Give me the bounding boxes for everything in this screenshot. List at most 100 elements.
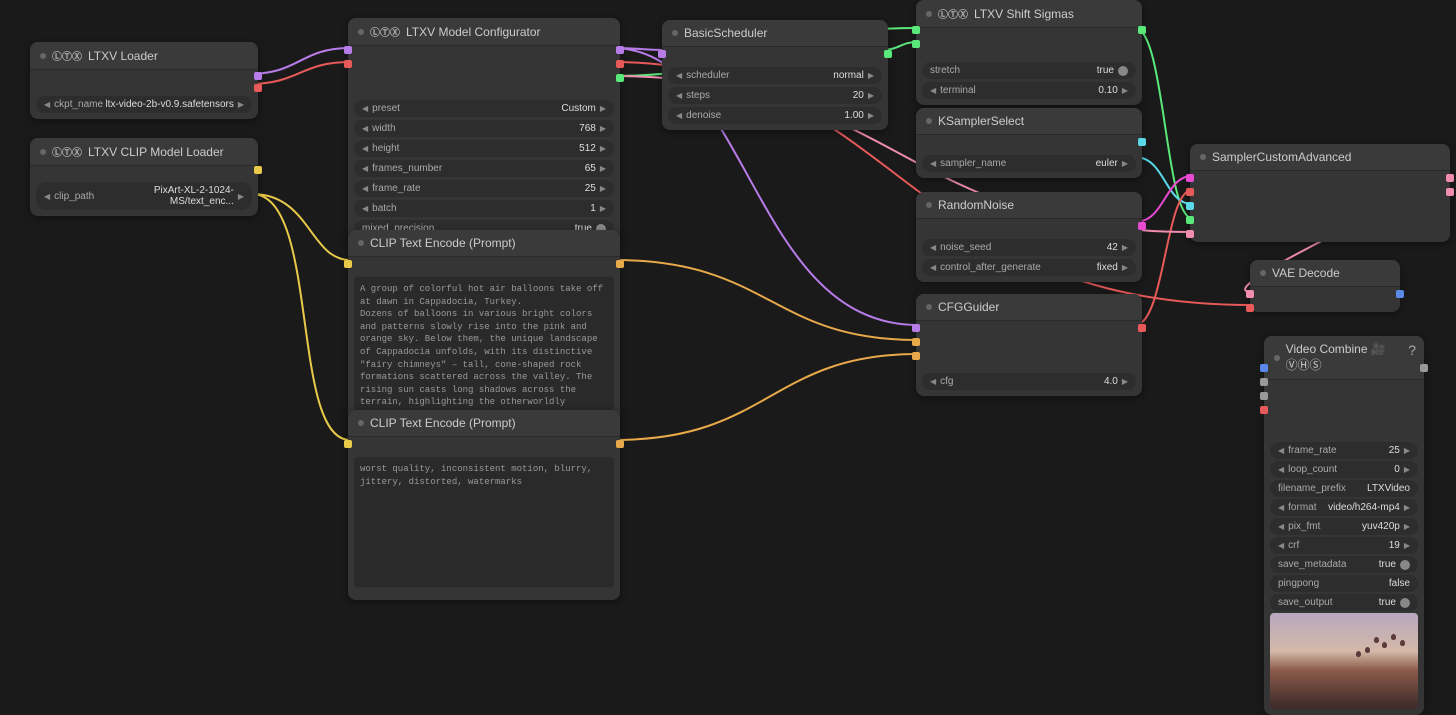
collapse-dot[interactable] [1274,355,1280,361]
collapse-dot[interactable] [926,11,932,17]
node-cfg-guider[interactable]: CFGGuider ◀cfg4.0▶ [916,294,1142,396]
node-basic-scheduler[interactable]: BasicScheduler ◀schedulernormal▶ ◀steps2… [662,20,888,130]
node-header[interactable]: CLIP Text Encode (Prompt) [348,410,620,437]
input-port-guider[interactable] [1186,188,1194,196]
input-port-vae[interactable] [344,60,352,68]
input-port-clip[interactable] [344,260,352,268]
param-clip-path[interactable]: ◀ clip_path PixArt-XL-2-1024-MS/text_enc… [36,182,252,210]
param-width[interactable]: ◀width768▶ [354,120,614,137]
collapse-dot[interactable] [358,29,364,35]
input-port-latent[interactable] [1186,230,1194,238]
collapse-dot[interactable] [926,202,932,208]
output-port-guider[interactable] [1138,324,1146,332]
node-header[interactable]: ⓁⓉⓍ LTXV Loader [30,42,258,70]
node-video-combine[interactable]: Video Combine 🎥ⓋⒽⓈ ? ◀frame_rate25▶ ◀loo… [1264,336,1424,715]
node-header[interactable]: SamplerCustomAdvanced [1190,144,1450,171]
param-frames-number[interactable]: ◀frames_number65▶ [354,160,614,177]
collapse-dot[interactable] [1200,154,1206,160]
output-port-sigmas[interactable] [884,50,892,58]
output-port-clip[interactable] [254,166,262,174]
param-noise-seed[interactable]: ◀noise_seed42▶ [922,239,1136,256]
output-port-model[interactable] [254,72,262,80]
input-port-vae[interactable] [1260,406,1268,414]
output-port-filenames[interactable] [1420,364,1428,372]
param-pingpong[interactable]: pingpongfalse [1270,575,1418,592]
node-ltxv-loader[interactable]: ⓁⓉⓍ LTXV Loader ◀ ckpt_name ltx-video-2b… [30,42,258,119]
input-port-positive[interactable] [912,338,920,346]
param-frame-rate[interactable]: ◀frame_rate25▶ [354,180,614,197]
input-port-model[interactable] [912,324,920,332]
param-crf[interactable]: ◀crf19▶ [1270,537,1418,554]
output-port-conditioning[interactable] [616,440,624,448]
node-header[interactable]: CFGGuider [916,294,1142,321]
node-clip-text-encode-negative[interactable]: CLIP Text Encode (Prompt) worst quality,… [348,410,620,600]
output-port-output[interactable] [1446,174,1454,182]
input-port-noise[interactable] [1186,174,1194,182]
node-header[interactable]: KSamplerSelect [916,108,1142,135]
param-ckpt-name[interactable]: ◀ ckpt_name ltx-video-2b-v0.9.safetensor… [36,96,252,113]
node-clip-loader[interactable]: ⓁⓉⓍ LTXV CLIP Model Loader ◀ clip_path P… [30,138,258,216]
param-steps[interactable]: ◀steps20▶ [668,87,882,104]
param-batch[interactable]: ◀batch1▶ [354,200,614,217]
output-port-vae[interactable] [616,60,624,68]
param-frame-rate[interactable]: ◀frame_rate25▶ [1270,442,1418,459]
input-port-meta[interactable] [1260,392,1268,400]
node-vae-decode[interactable]: VAE Decode [1250,260,1400,312]
output-port-denoised[interactable] [1446,188,1454,196]
collapse-dot[interactable] [672,30,678,36]
input-port-vae[interactable] [1246,304,1254,312]
input-port-negative[interactable] [912,352,920,360]
param-stretch[interactable]: stretchtrue [922,62,1136,79]
output-port-latent[interactable] [616,74,624,82]
param-format[interactable]: ◀formatvideo/h264-mp4▶ [1270,499,1418,516]
node-model-configurator[interactable]: ⓁⓉⓍ LTXV Model Configurator ◀presetCusto… [348,18,620,243]
param-save-output[interactable]: save_outputtrue [1270,594,1418,611]
output-port-conditioning[interactable] [616,260,624,268]
output-port-vae[interactable] [254,84,262,92]
node-random-noise[interactable]: RandomNoise ◀noise_seed42▶ ◀control_afte… [916,192,1142,282]
input-port-model[interactable] [344,46,352,54]
node-sampler-custom-advanced[interactable]: SamplerCustomAdvanced [1190,144,1450,242]
node-header[interactable]: ⓁⓉⓍ LTXV Model Configurator [348,18,620,46]
node-ksampler-select[interactable]: KSamplerSelect ◀sampler_nameeuler▶ [916,108,1142,178]
input-port-samples[interactable] [1246,290,1254,298]
input-port-model[interactable] [658,50,666,58]
input-port-sigmas[interactable] [912,26,920,34]
node-header[interactable]: Video Combine 🎥ⓋⒽⓈ ? [1264,336,1424,380]
collapse-dot[interactable] [358,240,364,246]
param-filename-prefix[interactable]: filename_prefixLTXVideo [1270,480,1418,497]
collapse-dot[interactable] [358,420,364,426]
node-header[interactable]: RandomNoise [916,192,1142,219]
param-control-after-generate[interactable]: ◀control_after_generatefixed▶ [922,259,1136,276]
param-loop-count[interactable]: ◀loop_count0▶ [1270,461,1418,478]
param-denoise[interactable]: ◀denoise1.00▶ [668,107,882,124]
node-header[interactable]: ⓁⓉⓍ LTXV Shift Sigmas [916,0,1142,28]
input-port-clip[interactable] [344,440,352,448]
input-port-sigmas[interactable] [1186,216,1194,224]
node-header[interactable]: CLIP Text Encode (Prompt) [348,230,620,257]
node-shift-sigmas[interactable]: ⓁⓉⓍ LTXV Shift Sigmas stretchtrue ◀termi… [916,0,1142,105]
param-cfg[interactable]: ◀cfg4.0▶ [922,373,1136,390]
collapse-dot[interactable] [1260,270,1266,276]
param-terminal[interactable]: ◀terminal0.10▶ [922,82,1136,99]
param-height[interactable]: ◀height512▶ [354,140,614,157]
param-sampler-name[interactable]: ◀sampler_nameeuler▶ [922,155,1136,172]
collapse-dot[interactable] [40,149,46,155]
node-header[interactable]: VAE Decode [1250,260,1400,287]
help-icon[interactable]: ? [1408,342,1416,358]
input-port-latent[interactable] [912,40,920,48]
output-port-image[interactable] [1396,290,1404,298]
node-clip-text-encode-positive[interactable]: CLIP Text Encode (Prompt) A group of col… [348,230,620,434]
param-preset[interactable]: ◀presetCustom▶ [354,100,614,117]
prompt-textarea[interactable]: A group of colorful hot air balloons tak… [354,277,614,428]
collapse-dot[interactable] [926,304,932,310]
video-preview[interactable] [1270,613,1418,709]
node-header[interactable]: BasicScheduler [662,20,888,47]
collapse-dot[interactable] [40,53,46,59]
param-scheduler[interactable]: ◀schedulernormal▶ [668,67,882,84]
output-port-noise[interactable] [1138,222,1146,230]
param-pix-fmt[interactable]: ◀pix_fmtyuv420p▶ [1270,518,1418,535]
node-header[interactable]: ⓁⓉⓍ LTXV CLIP Model Loader [30,138,258,166]
output-port-sigmas[interactable] [1138,26,1146,34]
collapse-dot[interactable] [926,118,932,124]
